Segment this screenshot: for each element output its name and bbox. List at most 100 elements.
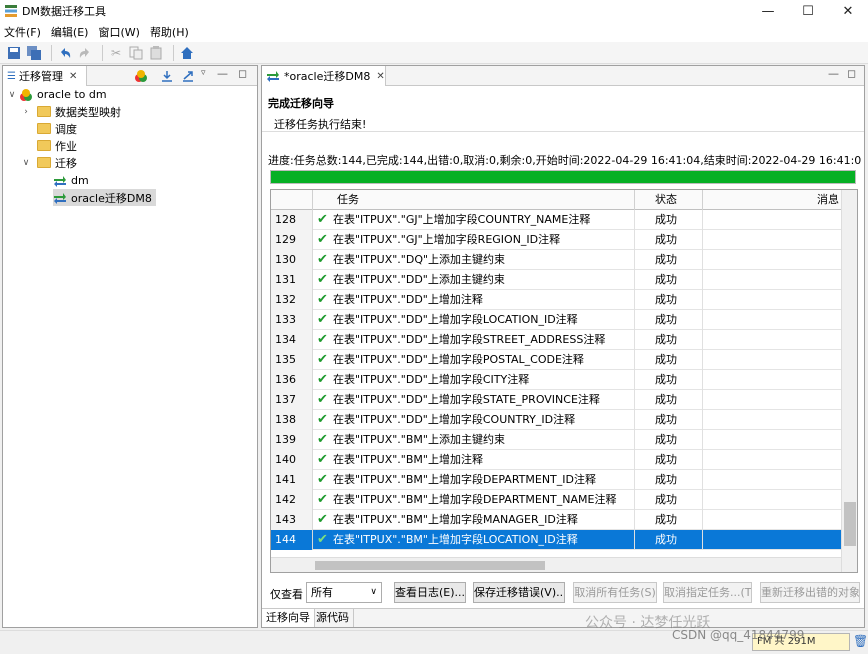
row-status: 成功 (635, 290, 703, 310)
scrollbar-thumb[interactable] (315, 561, 545, 570)
row-number: 133 (271, 310, 313, 330)
tree-item-dm[interactable]: dm (53, 172, 89, 189)
import-icon[interactable] (160, 69, 174, 83)
cut-icon[interactable]: ✂ (108, 45, 124, 61)
redo-icon[interactable] (77, 45, 93, 61)
row-message (703, 230, 841, 250)
chevron-down-icon[interactable]: ∨ (7, 90, 17, 100)
row-message (703, 290, 841, 310)
tab-wizard[interactable]: 迁移向导 (262, 609, 315, 627)
table-row[interactable]: 138 ✔ 在表"ITPUX"."DD"上增加字段COUNTRY_ID注释 成功 (271, 410, 841, 430)
progress-summary: 进度:任务总数:144,已完成:144,出错:0,取消:0,剩余:0,开始时间:… (268, 154, 862, 167)
menu-file[interactable]: 文件(F) (0, 24, 47, 40)
menu-edit[interactable]: 编辑(E) (47, 24, 95, 40)
table-row[interactable]: 132 ✔ 在表"ITPUX"."DD"上增加注释 成功 (271, 290, 841, 310)
close-tab-icon[interactable]: ✕ (69, 71, 77, 82)
table-row[interactable]: 134 ✔ 在表"ITPUX"."DD"上增加字段STREET_ADDRESS注释 成… (271, 330, 841, 350)
toolbar-separator (102, 44, 103, 61)
tab-oracle-to-dm8[interactable]: *oracle迁移DM8 ✕ (262, 66, 386, 86)
scrollbar-thumb[interactable] (844, 502, 856, 546)
minimize-panel-icon[interactable]: — (828, 67, 839, 80)
row-task: ✔ 在表"ITPUX"."DD"上添加主键约束 (313, 270, 635, 290)
close-tab-icon[interactable]: ✕ (376, 71, 384, 82)
table-row[interactable]: 133 ✔ 在表"ITPUX"."DD"上增加字段LOCATION_ID注释 成功 (271, 310, 841, 330)
header-message[interactable]: 消息 (703, 190, 841, 210)
tree-item-schedule[interactable]: 调度 (37, 120, 77, 137)
task-text: 在表"ITPUX"."DD"上添加主键约束 (333, 273, 505, 286)
save-errors-button[interactable]: 保存迁移错误(V)... (473, 582, 565, 603)
table-row[interactable]: 135 ✔ 在表"ITPUX"."DD"上增加字段POSTAL_CODE注释 成功 (271, 350, 841, 370)
vertical-scrollbar[interactable] (841, 190, 857, 572)
chevron-right-icon[interactable]: › (21, 107, 31, 117)
row-status: 成功 (635, 530, 703, 550)
chevron-down-icon[interactable]: ∨ (21, 158, 31, 168)
tab-source-code[interactable]: 源代码 (312, 609, 354, 627)
table-row[interactable]: 141 ✔ 在表"ITPUX"."BM"上增加字段DEPARTMENT_ID注释 成功 (271, 470, 841, 490)
row-task: ✔ 在表"ITPUX"."BM"上增加字段MANAGER_ID注释 (313, 510, 635, 530)
row-status: 成功 (635, 250, 703, 270)
check-icon: ✔ (317, 472, 328, 487)
csdn-watermark: CSDN @qq_41844799 (672, 628, 805, 642)
row-status: 成功 (635, 490, 703, 510)
header-task[interactable]: 任务 (313, 190, 635, 210)
menu-help[interactable]: 帮助(H) (146, 24, 195, 40)
horizontal-scrollbar[interactable] (271, 557, 841, 572)
task-text: 在表"ITPUX"."GJ"上增加字段REGION_ID注释 (333, 233, 561, 246)
table-row[interactable]: 128 ✔ 在表"ITPUX"."GJ"上增加字段COUNTRY_NAME注释 成功 (271, 210, 841, 230)
view-menu-icon[interactable]: ▿ (201, 68, 206, 78)
row-status: 成功 (635, 310, 703, 330)
maximize-button[interactable]: ☐ (788, 0, 828, 22)
home-icon[interactable] (179, 45, 195, 61)
undo-icon[interactable] (57, 45, 73, 61)
migration-editor: *oracle迁移DM8 ✕ — ◻ 完成迁移向导 迁移任务执行结束! 进度:任… (261, 65, 865, 628)
table-row[interactable]: 142 ✔ 在表"ITPUX"."BM"上增加字段DEPARTMENT_NAME注释… (271, 490, 841, 510)
export-icon[interactable] (181, 69, 195, 83)
toolbar-separator (51, 44, 52, 61)
table-row[interactable]: 130 ✔ 在表"ITPUX"."DQ"上添加主键约束 成功 (271, 250, 841, 270)
table-row[interactable]: 136 ✔ 在表"ITPUX"."DD"上增加字段CITY注释 成功 (271, 370, 841, 390)
table-row[interactable]: 139 ✔ 在表"ITPUX"."BM"上添加主键约束 成功 (271, 430, 841, 450)
action-row: 仅查看 所有 ∨ 查看日志(E)... 保存迁移错误(V)... 取消所有任务(… (262, 580, 864, 604)
row-message (703, 330, 841, 350)
tree-item-oracle-to-dm8[interactable]: oracle迁移DM8 (53, 189, 156, 206)
folder-open-icon (37, 157, 51, 168)
tree-item-job[interactable]: 作业 (37, 137, 77, 154)
table-row[interactable]: 131 ✔ 在表"ITPUX"."DD"上添加主键约束 成功 (271, 270, 841, 290)
row-message (703, 530, 841, 550)
task-text: 在表"ITPUX"."DD"上增加字段CITY注释 (333, 373, 530, 386)
tree-item-migration[interactable]: ∨ 迁移 (21, 154, 77, 171)
migration-icon (54, 175, 66, 187)
task-text: 在表"ITPUX"."DD"上增加字段COUNTRY_ID注释 (333, 413, 576, 426)
tree-item-type-mapping[interactable]: › 数据类型映射 (21, 103, 121, 120)
table-row[interactable]: 140 ✔ 在表"ITPUX"."BM"上增加注释 成功 (271, 450, 841, 470)
paste-icon[interactable] (148, 45, 164, 61)
row-task: ✔ 在表"ITPUX"."DD"上增加字段COUNTRY_ID注释 (313, 410, 635, 430)
maximize-panel-icon[interactable]: ◻ (238, 67, 247, 80)
table-row[interactable]: 144 ✔ 在表"ITPUX"."BM"上增加字段LOCATION_ID注释 成功 (271, 530, 841, 550)
minimize-panel-icon[interactable]: — (217, 67, 228, 80)
check-icon: ✔ (317, 412, 328, 427)
table-row[interactable]: 143 ✔ 在表"ITPUX"."BM"上增加字段MANAGER_ID注释 成功 (271, 510, 841, 530)
maximize-panel-icon[interactable]: ◻ (847, 67, 856, 80)
table-row[interactable]: 129 ✔ 在表"ITPUX"."GJ"上增加字段REGION_ID注释 成功 (271, 230, 841, 250)
header-status[interactable]: 状态 (635, 190, 703, 210)
check-icon: ✔ (317, 512, 328, 527)
menu-window[interactable]: 窗口(W) (94, 24, 145, 40)
cancel-selected-button[interactable]: 取消指定任务...(T) (663, 582, 752, 603)
table-row[interactable]: 137 ✔ 在表"ITPUX"."DD"上增加字段STATE_PROVINCE注释 成… (271, 390, 841, 410)
cancel-all-button[interactable]: 取消所有任务(S) (573, 582, 657, 603)
minimize-button[interactable]: — (748, 0, 788, 22)
close-button[interactable]: ✕ (828, 0, 868, 22)
row-message (703, 250, 841, 270)
tab-migration-manager[interactable]: ☰ 迁移管理 ✕ (3, 66, 87, 86)
row-message (703, 310, 841, 330)
save-all-icon[interactable] (26, 45, 42, 61)
dm-logo-icon[interactable] (134, 69, 148, 83)
tree-root[interactable]: ∨ oracle to dm (7, 86, 107, 103)
retry-errors-button[interactable]: 重新迁移出错的对象 (760, 582, 860, 603)
view-log-button[interactable]: 查看日志(E)... (394, 582, 466, 603)
copy-icon[interactable] (128, 45, 144, 61)
trash-icon[interactable]: 🗑 (853, 634, 868, 648)
save-icon[interactable] (6, 45, 22, 61)
filter-select[interactable]: 所有 ∨ (306, 582, 382, 603)
